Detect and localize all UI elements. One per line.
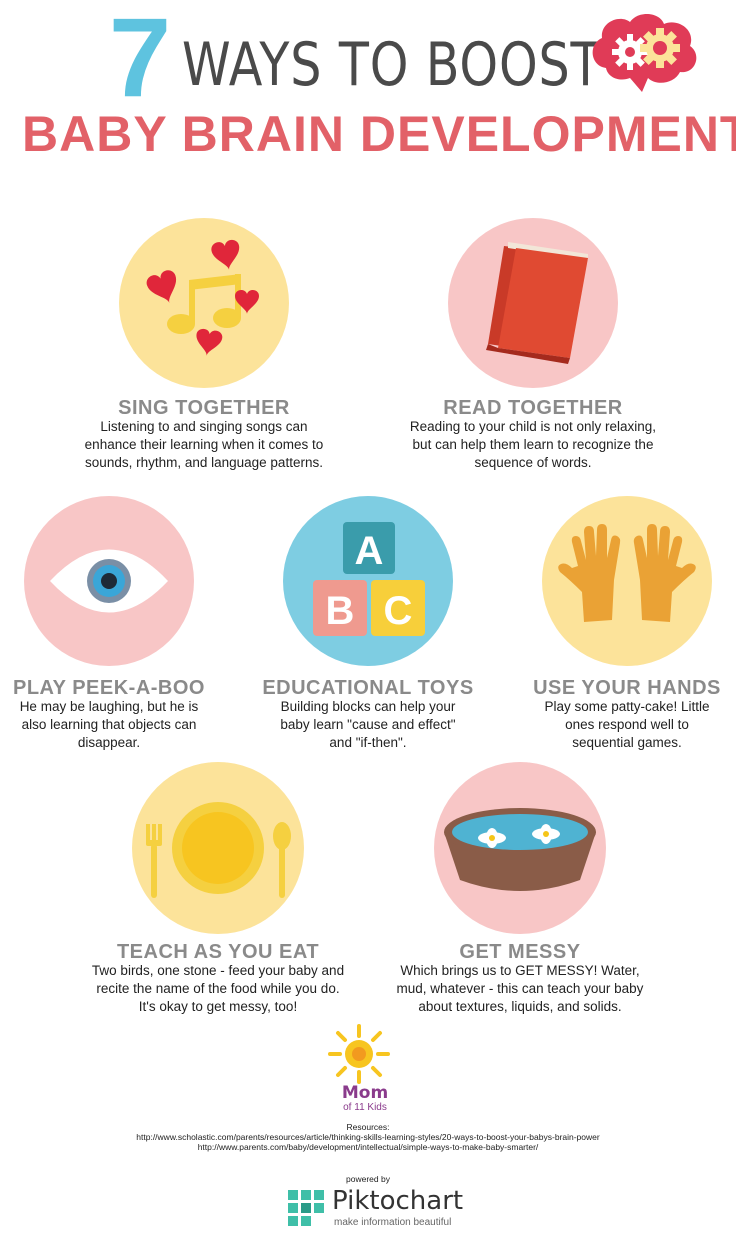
tip-6-line-1: Two birds, one stone - feed your baby an… [91, 963, 345, 978]
tip-3-line-1: He may be laughing, but he is [19, 699, 199, 714]
resources-label: Resources: [346, 1122, 390, 1132]
tip-5-title: USE YOUR HANDS [533, 677, 721, 699]
brand-subtitle: of 11 Kids [343, 1102, 387, 1113]
tip-2-title: READ TOGETHER [443, 397, 623, 419]
title-line-1: WAYS TO BOOST [182, 30, 602, 100]
tip-3-line-3: disappear. [77, 735, 141, 750]
tip-6-line-3: It's okay to get messy, too! [138, 999, 298, 1014]
tip-6-title: TEACH AS YOU EAT [116, 941, 320, 963]
tip-6-description: Two birds, one stone - feed your baby an… [58, 962, 378, 1016]
get-messy-circle [434, 762, 606, 934]
read-together-circle [448, 218, 618, 388]
music-hearts-icon [146, 239, 259, 356]
tip-2-line-1: Reading to your child is not only relaxi… [409, 419, 657, 434]
tip-5-line-2: ones respond well to [565, 717, 689, 732]
tip-1-description: Listening to and singing songs can enhan… [60, 418, 348, 472]
resource-link-2[interactable]: http://www.parents.com/baby/development/… [60, 1142, 676, 1152]
resource-link-1[interactable]: http://www.scholastic.com/parents/resour… [60, 1132, 676, 1142]
use-your-hands-circle [542, 496, 712, 666]
powered-by-label: powered by [346, 1174, 390, 1184]
book-icon [486, 242, 588, 364]
tip-4-line-2: baby learn "cause and effect" [280, 717, 456, 732]
tip-5-description: Play some patty-cake! Little ones respon… [522, 698, 732, 752]
tip-1-line-2: enhance their learning when it comes to [84, 437, 324, 452]
teach-as-you-eat-circle [132, 762, 304, 934]
piktochart-logo-icon [288, 1190, 324, 1226]
brand-name: Mom [341, 1083, 389, 1103]
tip-5-line-1: Play some patty-cake! Little [544, 699, 710, 714]
tip-2-description: Reading to your child is not only relaxi… [383, 418, 683, 472]
tip-7-line-3: about textures, liquids, and solids. [418, 999, 622, 1014]
tip-6-line-2: recite the name of the food while you do… [96, 981, 340, 996]
plate-cutlery-icon [146, 802, 291, 898]
tip-4-line-1: Building blocks can help your [280, 699, 456, 714]
tip-5-line-3: sequential games. [572, 735, 682, 750]
block-b-letter: B [326, 589, 355, 633]
peek-a-boo-circle [24, 496, 194, 666]
tip-2-line-3: sequence of words. [474, 455, 592, 470]
tip-3-line-2: also learning that objects can [21, 717, 197, 732]
gloves-icon [558, 524, 696, 622]
tip-3-description: He may be laughing, but he is also learn… [4, 698, 214, 752]
number-seven: 7 [108, 0, 172, 120]
abc-blocks-icon: A B C [313, 522, 425, 636]
tip-7-title: GET MESSY [459, 941, 581, 963]
tip-3-title: PLAY PEEK-A-BOO [13, 677, 205, 699]
tip-1-line-1: Listening to and singing songs can [100, 419, 308, 434]
tip-4-line-3: and "if-then". [329, 735, 407, 750]
tip-2-line-2: but can help them learn to recognize the [412, 437, 654, 452]
sun-logo-icon [328, 1024, 390, 1084]
tip-4-title: EDUCATIONAL TOYS [262, 677, 474, 699]
tip-1-title: SING TOGETHER [118, 397, 290, 419]
sing-together-circle [119, 218, 289, 388]
block-c-letter: C [384, 589, 413, 633]
tip-4-description: Building blocks can help your baby learn… [253, 698, 483, 752]
tip-7-line-1: Which brings us to GET MESSY! Water, [400, 963, 640, 978]
tip-7-description: Which brings us to GET MESSY! Water, mud… [368, 962, 672, 1016]
block-a-letter: A [355, 529, 384, 573]
piktochart-tagline: make information beautiful [334, 1217, 452, 1228]
tip-1-line-3: sounds, rhythm, and language patterns. [85, 455, 323, 470]
educational-toys-circle: A B C [283, 496, 453, 666]
resources: Resources: http://www.scholastic.com/par… [60, 1122, 676, 1152]
brain-gears-icon [592, 13, 697, 92]
eye-icon [50, 549, 168, 613]
piktochart-wordmark: Piktochart [332, 1186, 464, 1216]
tip-7-line-2: mud, whatever - this can teach your baby [396, 981, 644, 996]
title-line-2: BABY BRAIN DEVELOPMENT [22, 106, 736, 162]
water-bowl-icon [444, 808, 596, 891]
